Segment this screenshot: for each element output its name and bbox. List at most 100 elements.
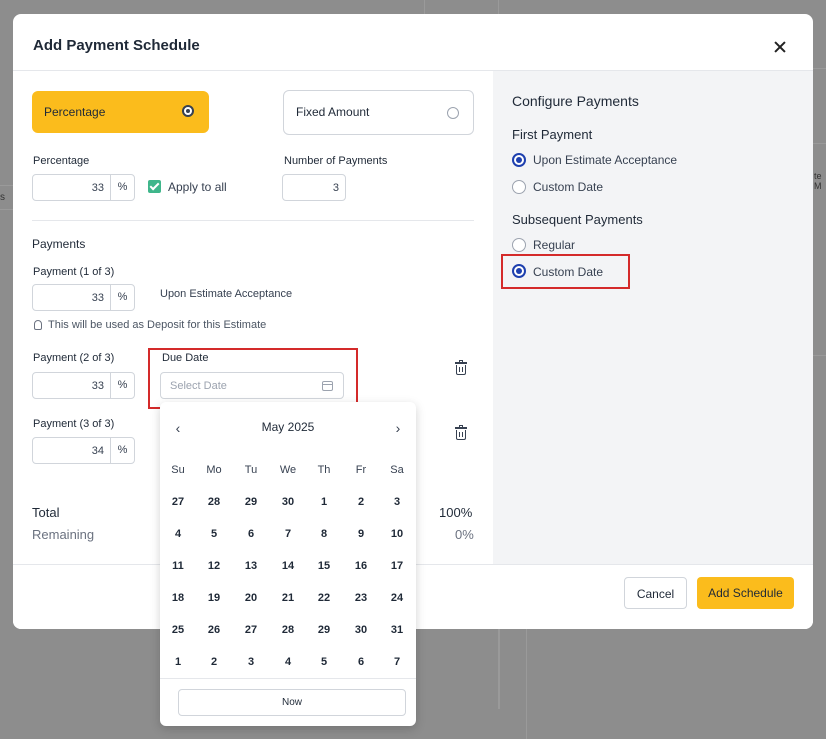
- backdrop-divider: [813, 68, 826, 69]
- calendar-day[interactable]: 13: [233, 554, 269, 578]
- percentage-value: 33: [91, 182, 104, 194]
- percent-suffix: %: [110, 175, 134, 200]
- cancel-button[interactable]: Cancel: [624, 577, 687, 609]
- calendar-day[interactable]: 28: [196, 490, 232, 514]
- backdrop-divider: [0, 209, 13, 210]
- percent-suffix: %: [110, 438, 134, 463]
- calendar-day[interactable]: 7: [270, 522, 306, 546]
- calendar-day[interactable]: 25: [160, 618, 196, 642]
- percentage-option-card[interactable]: Percentage: [32, 91, 209, 133]
- calendar-day[interactable]: 8: [306, 522, 342, 546]
- fixed-amount-option-card[interactable]: Fixed Amount: [283, 90, 474, 135]
- calendar-day[interactable]: 24: [379, 586, 415, 610]
- calendar-day[interactable]: 6: [343, 650, 379, 674]
- backdrop-divider: [424, 0, 425, 14]
- trash-icon[interactable]: [455, 425, 467, 440]
- calendar-divider: [160, 678, 416, 679]
- calendar-day[interactable]: 3: [379, 490, 415, 514]
- backdrop-divider: [498, 0, 499, 14]
- calendar-day[interactable]: 18: [160, 586, 196, 610]
- subsequent-payments-heading: Subsequent Payments: [512, 212, 643, 227]
- calendar-day[interactable]: 28: [270, 618, 306, 642]
- calendar-day[interactable]: 10: [379, 522, 415, 546]
- payment-3-value: 34: [91, 445, 104, 457]
- number-of-payments-label: Number of Payments: [284, 155, 388, 167]
- calendar-day[interactable]: 20: [233, 586, 269, 610]
- now-button[interactable]: Now: [178, 689, 406, 716]
- payment-3-label: Payment (3 of 3): [33, 418, 115, 430]
- number-of-payments-input[interactable]: 3: [282, 174, 346, 201]
- lightbulb-icon: [34, 320, 42, 330]
- weekday-header: Tu: [244, 464, 258, 476]
- section-divider: [32, 220, 474, 221]
- calendar-day[interactable]: 12: [196, 554, 232, 578]
- calendar-day[interactable]: 6: [233, 522, 269, 546]
- first-upon-acceptance-label[interactable]: Upon Estimate Acceptance: [533, 153, 677, 167]
- calendar-day[interactable]: 7: [379, 650, 415, 674]
- calendar-day[interactable]: 2: [343, 490, 379, 514]
- calendar-day[interactable]: 3: [233, 650, 269, 674]
- due-date-highlight: [148, 348, 358, 409]
- modal-title: Add Payment Schedule: [33, 37, 200, 54]
- payment-1-input[interactable]: 33 %: [32, 284, 135, 311]
- backdrop-text-fragment: s: [0, 192, 5, 203]
- calendar-day[interactable]: 29: [306, 618, 342, 642]
- calendar-day[interactable]: 5: [196, 522, 232, 546]
- configure-payments-heading: Configure Payments: [512, 93, 639, 109]
- payments-heading: Payments: [32, 237, 86, 251]
- total-value: 100%: [439, 505, 473, 520]
- add-schedule-button[interactable]: Add Schedule: [697, 577, 794, 609]
- calendar-day[interactable]: 1: [160, 650, 196, 674]
- first-custom-date-label[interactable]: Custom Date: [533, 180, 603, 194]
- backdrop-divider: [526, 629, 527, 739]
- weekday-header: Su: [171, 464, 185, 476]
- calendar-day[interactable]: 11: [160, 554, 196, 578]
- calendar-day[interactable]: 27: [233, 618, 269, 642]
- calendar-day[interactable]: 21: [270, 586, 306, 610]
- modal-header: Add Payment Schedule: [13, 14, 813, 71]
- payment-1-due-text: Upon Estimate Acceptance: [160, 288, 293, 300]
- calendar-day[interactable]: 4: [160, 522, 196, 546]
- calendar-day[interactable]: 4: [270, 650, 306, 674]
- subsequent-regular-radio[interactable]: [512, 238, 526, 252]
- calendar-day[interactable]: 22: [306, 586, 342, 610]
- weekday-header: Th: [317, 464, 331, 476]
- remaining-label: Remaining: [32, 527, 95, 542]
- deposit-note: This will be used as Deposit for this Es…: [48, 319, 267, 331]
- calendar-day[interactable]: 14: [270, 554, 306, 578]
- percentage-label: Percentage: [33, 155, 90, 167]
- payment-3-input[interactable]: 34 %: [32, 437, 135, 464]
- calendar-day[interactable]: 2: [196, 650, 232, 674]
- fixed-amount-radio[interactable]: [447, 107, 459, 119]
- weekday-header: Sa: [390, 464, 404, 476]
- calendar-day[interactable]: 19: [196, 586, 232, 610]
- subsequent-regular-label[interactable]: Regular: [533, 238, 575, 252]
- payment-2-input[interactable]: 33 %: [32, 372, 135, 399]
- next-month-icon[interactable]: ›: [390, 420, 406, 436]
- calendar-day[interactable]: 27: [160, 490, 196, 514]
- calendar-day[interactable]: 17: [379, 554, 415, 578]
- calendar-day[interactable]: 5: [306, 650, 342, 674]
- first-custom-date-radio[interactable]: [512, 180, 526, 194]
- calendar-day[interactable]: 15: [306, 554, 342, 578]
- close-icon[interactable]: [773, 40, 787, 54]
- custom-date-highlight: [501, 254, 630, 289]
- first-upon-acceptance-radio[interactable]: [512, 153, 526, 167]
- percentage-input[interactable]: 33 %: [32, 174, 135, 201]
- calendar-day[interactable]: 16: [343, 554, 379, 578]
- calendar-day[interactable]: 23: [343, 586, 379, 610]
- apply-to-all-checkbox[interactable]: [148, 180, 161, 193]
- backdrop-divider: [813, 143, 826, 144]
- calendar-day[interactable]: 31: [379, 618, 415, 642]
- calendar-day[interactable]: 30: [270, 490, 306, 514]
- remaining-value: 0%: [455, 527, 474, 542]
- calendar-day[interactable]: 9: [343, 522, 379, 546]
- calendar-day[interactable]: 29: [233, 490, 269, 514]
- percentage-radio[interactable]: [182, 105, 194, 117]
- apply-to-all-label: Apply to all: [168, 180, 227, 194]
- trash-icon[interactable]: [455, 360, 467, 375]
- month-year-label[interactable]: May 2025: [160, 420, 416, 434]
- calendar-day[interactable]: 1: [306, 490, 342, 514]
- calendar-day[interactable]: 30: [343, 618, 379, 642]
- calendar-day[interactable]: 26: [196, 618, 232, 642]
